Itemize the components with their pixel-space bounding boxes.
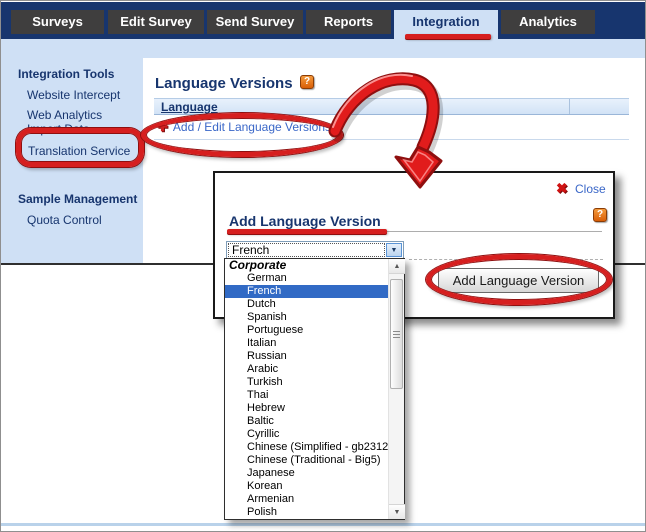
chevron-down-icon[interactable]: ▼ [386, 243, 402, 257]
annotation-underline-dialog-title [227, 229, 387, 234]
language-option[interactable]: Armenian [225, 493, 404, 506]
scrollbar-grip [393, 331, 400, 339]
top-navigation-bar: Surveys Edit Survey Send Survey Reports … [1, 2, 645, 39]
language-option[interactable]: Chinese (Simplified - gb2312) [225, 441, 404, 454]
language-select-value[interactable]: French [228, 243, 385, 257]
annotation-box-translation-service [16, 128, 144, 167]
app-window: Surveys Edit Survey Send Survey Reports … [0, 0, 646, 532]
sidebar-item-quota-control[interactable]: Quota Control [27, 213, 102, 227]
annotation-ellipse-add-link [141, 113, 343, 157]
sidebar-section-sample-management: Sample Management [18, 192, 137, 206]
language-option[interactable]: Japanese [225, 467, 404, 480]
sidebar-item-web-analytics[interactable]: Web Analytics [27, 108, 102, 122]
annotation-ellipse-add-button [426, 254, 612, 305]
language-option[interactable]: Arabic [225, 363, 404, 376]
language-option[interactable]: Cyrillic [225, 428, 404, 441]
language-option[interactable]: Baltic [225, 415, 404, 428]
language-option[interactable]: Dutch [225, 298, 404, 311]
scroll-up-icon[interactable]: ▲ [389, 259, 405, 274]
language-option-selected[interactable]: French [225, 285, 404, 298]
scroll-down-icon[interactable]: ▼ [389, 504, 405, 519]
language-option[interactable]: Hebrew [225, 402, 404, 415]
language-option[interactable]: Chinese (Traditional - Big5) [225, 454, 404, 467]
language-option[interactable]: Italian [225, 337, 404, 350]
close-button[interactable]: Close [575, 182, 606, 196]
tab-analytics[interactable]: Analytics [501, 10, 595, 34]
tab-edit-survey[interactable]: Edit Survey [108, 10, 204, 34]
language-option[interactable]: Portuguese [225, 324, 404, 337]
language-option[interactable]: Polish [225, 506, 404, 519]
close-icon[interactable]: ✖ [556, 180, 568, 197]
language-option[interactable]: German [225, 272, 404, 285]
language-column-header[interactable]: Language [161, 100, 218, 114]
language-option[interactable]: Thai [225, 389, 404, 402]
dialog-title: Add Language Version [229, 213, 381, 229]
column-separator [569, 99, 570, 114]
tab-surveys[interactable]: Surveys [11, 10, 104, 34]
tab-reports[interactable]: Reports [306, 10, 391, 34]
language-option[interactable]: Russian [225, 350, 404, 363]
language-dropdown-list: Corporate German French Dutch Spanish Po… [224, 258, 405, 520]
scrollbar[interactable]: ▲ ▼ [388, 259, 404, 519]
page-title: Language Versions [155, 75, 293, 92]
annotation-underline-integration [405, 34, 491, 39]
scrollbar-thumb[interactable] [390, 279, 403, 389]
language-option[interactable]: Spanish [225, 311, 404, 324]
sidebar-section-integration-tools: Integration Tools [18, 67, 114, 81]
help-icon[interactable]: ? [300, 75, 314, 89]
dialog-help-icon[interactable]: ? [593, 208, 607, 222]
footer-divider [1, 523, 645, 526]
language-option[interactable]: Turkish [225, 376, 404, 389]
language-select[interactable]: French ▼ [226, 241, 404, 259]
tab-send-survey[interactable]: Send Survey [207, 10, 303, 34]
option-group-label: Corporate [225, 259, 404, 272]
language-option[interactable]: Korean [225, 480, 404, 493]
sidebar-item-website-intercept[interactable]: Website Intercept [27, 88, 120, 102]
